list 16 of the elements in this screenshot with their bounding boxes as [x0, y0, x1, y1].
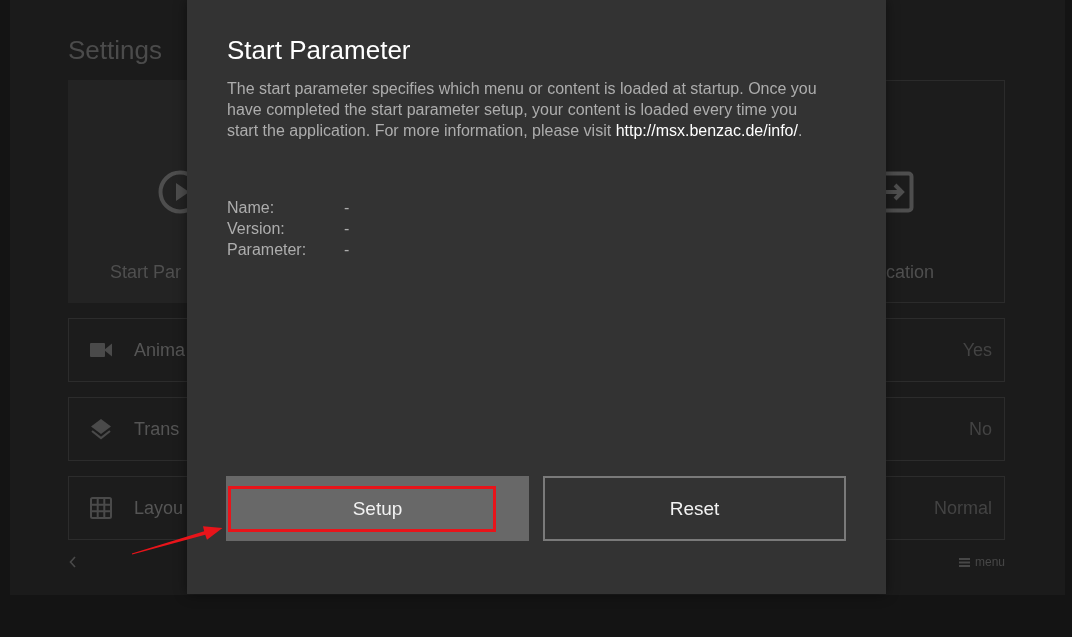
layers-icon	[90, 418, 112, 440]
menu-icon	[958, 557, 970, 567]
info-label: Version:	[227, 219, 286, 239]
setup-button[interactable]: Setup	[226, 476, 529, 541]
arrow-box-icon	[886, 171, 914, 213]
info-value: -	[344, 219, 350, 239]
grid-icon	[90, 497, 112, 519]
row-label: Trans	[134, 418, 180, 440]
row-label: Anima	[134, 339, 186, 361]
reset-button[interactable]: Reset	[543, 476, 846, 541]
info-value: -	[344, 240, 350, 260]
row-label: Layou	[134, 497, 184, 519]
dialog-title: Start Parameter	[227, 35, 411, 65]
info-label: Name:	[227, 198, 276, 218]
chevron-left-icon[interactable]	[69, 556, 76, 568]
info-value: -	[344, 198, 350, 218]
